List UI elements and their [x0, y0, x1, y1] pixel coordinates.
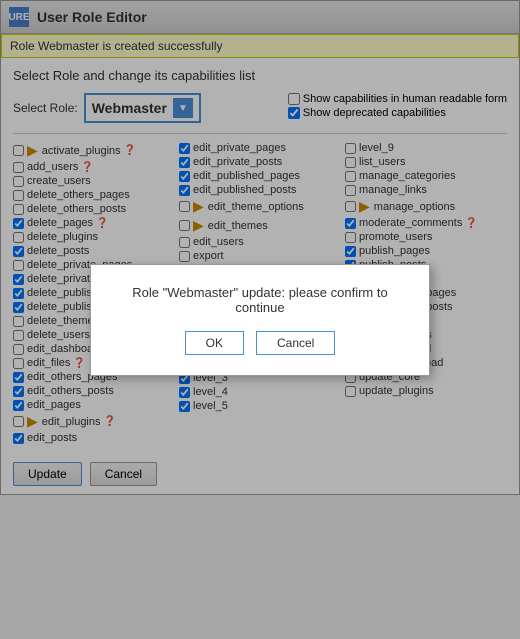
- modal-ok-button[interactable]: OK: [185, 331, 244, 355]
- modal-cancel-button[interactable]: Cancel: [256, 331, 335, 355]
- modal-message: Role "Webmaster" update: please confirm …: [111, 285, 409, 315]
- modal-buttons: OK Cancel: [111, 331, 409, 355]
- modal-dialog: Role "Webmaster" update: please confirm …: [90, 264, 430, 376]
- modal-overlay: Role "Webmaster" update: please confirm …: [0, 0, 520, 639]
